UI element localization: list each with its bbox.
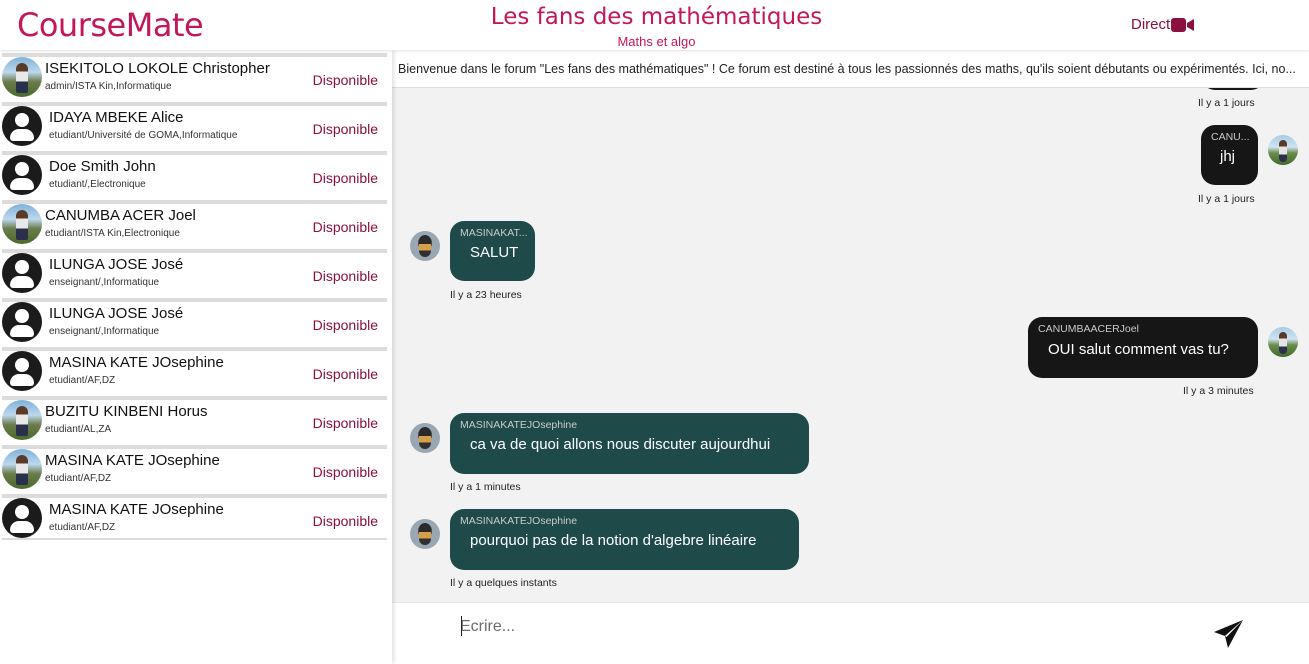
message-text: SALUT [470,244,519,261]
message-bubble-outgoing: CANUMBAACERJoel OUI salut comment vas tu… [1028,317,1258,378]
message-input[interactable] [460,615,1160,639]
member-status: Disponible [312,72,378,88]
member-status: Disponible [312,268,378,284]
avatar [1268,135,1298,165]
avatar [410,519,440,549]
member-role: etudiant/Université de GOMA,Informatique [49,130,238,141]
member-status: Disponible [312,219,378,235]
avatar [2,400,42,440]
member-status: Disponible [312,121,378,137]
message-bubble-incoming: MASINAKATEJOsephine pourquoi pas de la n… [450,509,799,570]
member-item[interactable]: ISEKITOLO LOKOLE Christopher admin/ISTA … [2,53,387,97]
message-time: Il y a 23 heures [450,289,522,301]
message-text: pourquoi pas de la notion d'algebre liné… [470,532,757,549]
avatar [2,155,42,195]
member-role: etudiant/AL,ZA [45,424,112,435]
member-name: ILUNGA JOSE José [49,256,184,273]
message-author: MASINAKATEJOsephine [460,419,578,431]
member-role: admin/ISTA Kin,Informatique [45,81,172,92]
avatar [2,204,42,244]
member-item[interactable]: MASINA KATE JOsephine etudiant/AF,DZ Dis… [2,445,387,489]
member-item[interactable]: IDAYA MBEKE Alice etudiant/Université de… [2,102,387,146]
forum-title: Les fans des mathématiques [490,4,823,30]
avatar [2,302,42,342]
direct-button[interactable]: Direct [1131,16,1195,33]
member-status: Disponible [312,464,378,480]
member-role: etudiant/,Electronique [49,179,146,190]
avatar [2,351,42,391]
member-name: CANUMBA ACER Joel [45,207,196,224]
text-caret [461,616,462,636]
message-text: OUI salut comment vas tu? [1048,341,1229,358]
message-time: Il y a 1 jours [1198,97,1255,109]
member-item[interactable]: Doe Smith John etudiant/,Electronique Di… [2,151,387,195]
forum-subtitle: Maths et algo [617,34,696,49]
member-sidebar: ISEKITOLO LOKOLE Christopher admin/ISTA … [0,50,392,664]
message-author: MASINAKATEJOsephine [460,515,578,527]
member-item[interactable]: ILUNGA JOSE José enseignant/,Informatiqu… [2,249,387,293]
avatar [1268,327,1298,357]
member-role: enseignant/,Informatique [49,326,160,337]
member-name: ISEKITOLO LOKOLE Christopher [45,60,270,77]
member-name: ILUNGA JOSE José [49,305,184,322]
forum-welcome-banner: Bienvenue dans le forum "Les fans des ma… [392,50,1309,88]
avatar [2,449,42,489]
avatar [2,498,42,538]
member-item[interactable]: ILUNGA JOSE José enseignant/,Informatiqu… [2,298,387,342]
member-item[interactable]: MASINA KATE JOsephine etudiant/AF,DZ Dis… [2,347,387,391]
message-time: Il y a 3 minutes [1183,385,1254,397]
member-status: Disponible [312,170,378,186]
member-role: etudiant/AF,DZ [49,522,116,533]
member-role: etudiant/AF,DZ [49,375,116,386]
message-bubble-outgoing: CANU... jhj [1201,125,1258,185]
member-status: Disponible [312,415,378,431]
member-status: Disponible [312,366,378,382]
message-author: MASINAKAT... [460,227,528,239]
message-author: CANU... [1211,131,1250,143]
message-time: Il y a 1 jours [1198,193,1255,205]
direct-label: Direct [1131,16,1171,33]
member-item[interactable]: MASINA KATE JOsephine etudiant/AF,DZ Dis… [2,494,387,540]
member-name: MASINA KATE JOsephine [49,354,224,371]
member-name: BUZITU KINBENI Horus [45,403,208,420]
message-bubble-incoming: MASINAKAT... SALUT [450,221,535,281]
member-name: IDAYA MBEKE Alice [49,109,184,126]
top-header: CourseMate Les fans des mathématiques Ma… [0,0,1309,50]
member-item[interactable]: BUZITU KINBENI Horus etudiant/AL,ZA Disp… [2,396,387,440]
message-text: ca va de quoi allons nous discuter aujou… [470,436,771,453]
member-role: enseignant/,Informatique [49,277,160,288]
avatar [2,57,42,97]
member-item[interactable]: CANUMBA ACER Joel etudiant/ISTA Kin,Elec… [2,200,387,244]
message-bubble-incoming: MASINAKATEJOsephine ca va de quoi allons… [450,413,809,474]
message-time: Il y a quelques instants [450,577,557,589]
chat-panel[interactable]: Bienvenue dans le forum "Les fans des ma… [392,50,1309,602]
message-author: CANUMBAACERJoel [1038,323,1139,335]
message-text: jhj [1220,148,1236,165]
avatar [410,231,440,261]
send-button[interactable] [1212,618,1246,652]
message-composer [392,602,1309,664]
member-name: Doe Smith John [49,158,156,175]
member-name: MASINA KATE JOsephine [49,501,224,518]
avatar [410,423,440,453]
member-role: etudiant/ISTA Kin,Electronique [45,228,180,239]
paper-plane-icon [1214,620,1243,648]
member-status: Disponible [312,513,378,529]
member-name: MASINA KATE JOsephine [45,452,220,469]
avatar [2,253,42,293]
message-time: Il y a 1 minutes [450,481,521,493]
member-role: etudiant/AF,DZ [45,473,112,484]
avatar [2,106,42,146]
app-root: CourseMate Les fans des mathématiques Ma… [0,0,1309,664]
member-status: Disponible [312,317,378,333]
video-camera-icon [1171,17,1195,32]
